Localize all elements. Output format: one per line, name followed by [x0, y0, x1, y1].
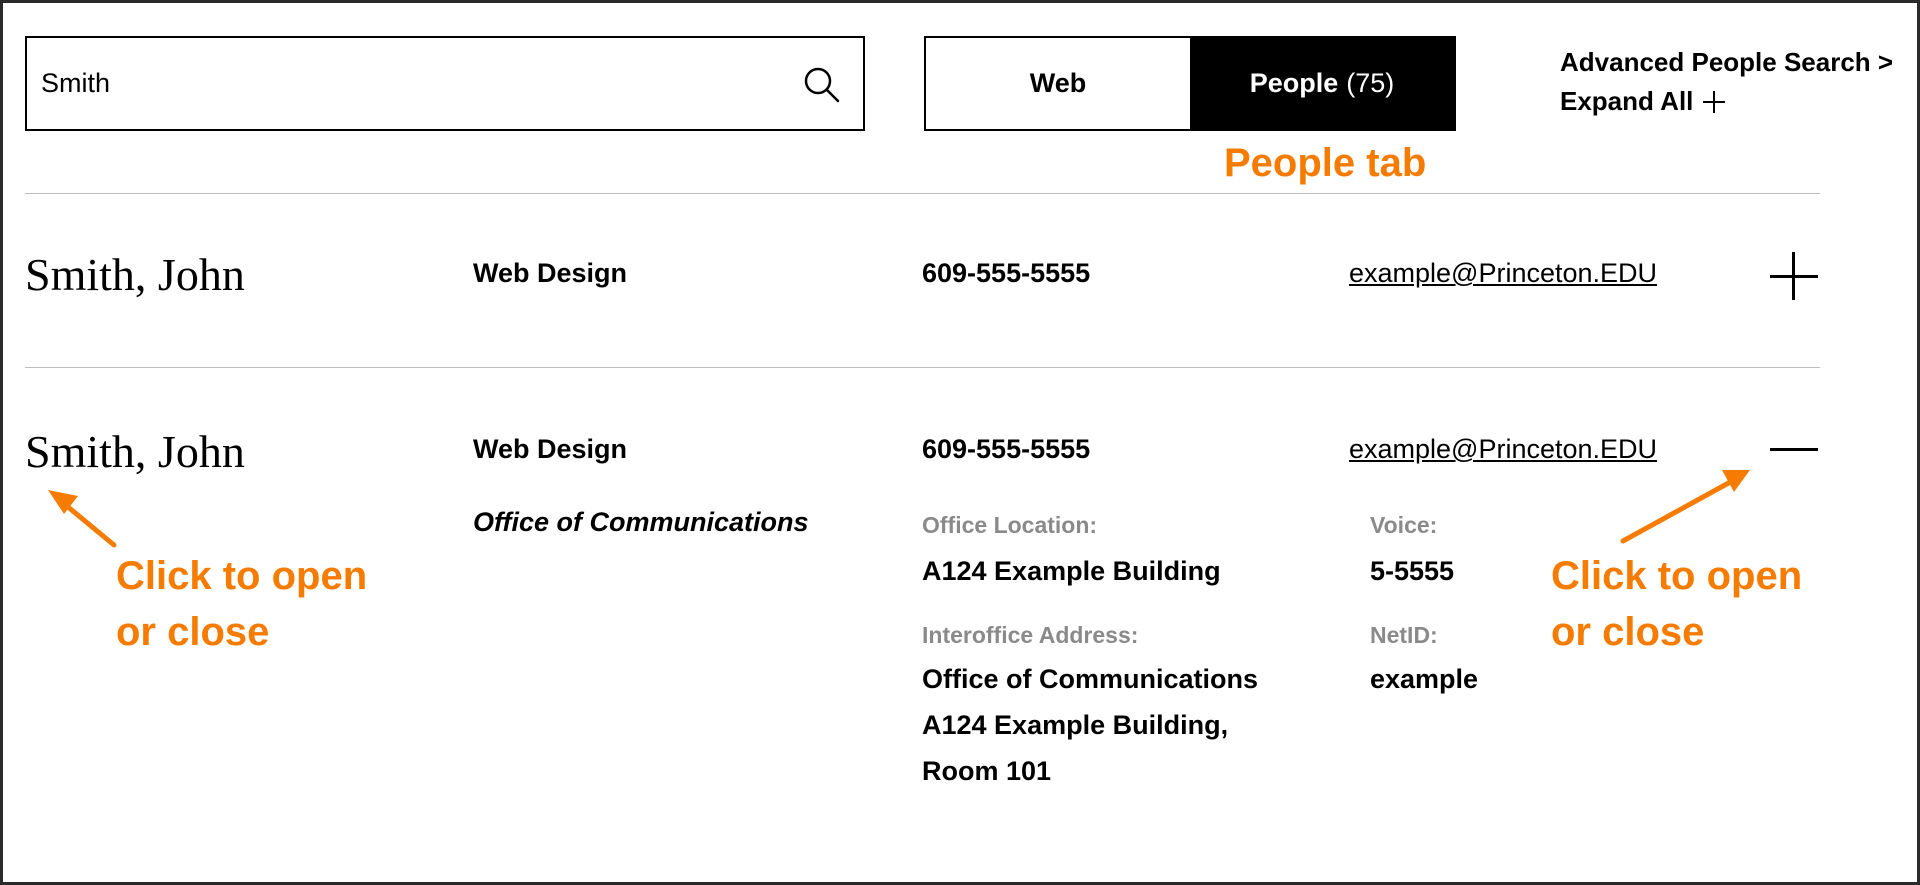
collapse-toggle-minus-icon[interactable] — [1770, 425, 1818, 473]
voice-value: 5-5555 — [1370, 556, 1455, 586]
person-name[interactable]: Smith, John — [25, 248, 245, 301]
annotation-people-tab: People tab — [1224, 141, 1427, 185]
expand-all-button[interactable]: Expand All — [1560, 86, 1726, 117]
search-icon[interactable] — [803, 66, 841, 104]
netid-label: NetID: — [1370, 622, 1438, 648]
advanced-people-search-link[interactable]: Advanced People Search > — [1560, 47, 1893, 78]
expand-all-label: Expand All — [1560, 86, 1694, 116]
tab-people-label: People — [1249, 68, 1339, 98]
person-email-link[interactable]: example@Princeton.EDU — [1349, 434, 1657, 465]
tab-web-label: Web — [1029, 68, 1087, 98]
office-location-label: Office Location: — [922, 512, 1098, 538]
annotation-click-left: Click to open or close — [116, 548, 367, 660]
person-phone: 609-555-5555 — [922, 434, 1091, 464]
annotation-click-right: Click to open or close — [1551, 548, 1802, 660]
plus-icon — [1703, 90, 1726, 113]
tab-people[interactable]: People (75) — [1190, 38, 1454, 129]
interoffice-address-line: Room 101 — [922, 756, 1052, 786]
person-phone: 609-555-5555 — [922, 258, 1091, 288]
netid-value: example — [1370, 664, 1479, 694]
tab-web[interactable]: Web — [926, 38, 1190, 129]
search-input[interactable] — [41, 38, 781, 129]
search-tabs: Web People (75) — [924, 36, 1456, 131]
interoffice-address-line: Office of Communications — [922, 664, 1259, 694]
search-box — [25, 36, 865, 131]
annotation-line: Click to open — [116, 554, 368, 598]
person-office: Office of Communications — [473, 507, 809, 537]
person-department: Web Design — [473, 434, 628, 464]
divider — [25, 367, 1820, 368]
person-email-link[interactable]: example@Princeton.EDU — [1349, 258, 1657, 289]
person-department: Web Design — [473, 258, 628, 288]
person-name[interactable]: Smith, John — [25, 425, 245, 478]
divider — [25, 193, 1820, 194]
annotation-line: or close — [116, 610, 270, 654]
interoffice-address-line: A124 Example Building, — [922, 710, 1229, 740]
tab-people-count: (75) — [1346, 68, 1395, 98]
interoffice-address-label: Interoffice Address: — [922, 622, 1139, 648]
office-location-value: A124 Example Building — [922, 556, 1221, 586]
annotation-line: or close — [1551, 610, 1705, 654]
annotation-line: Click to open — [1551, 554, 1803, 598]
expand-toggle-plus-icon[interactable] — [1770, 252, 1818, 300]
voice-label: Voice: — [1370, 512, 1438, 538]
